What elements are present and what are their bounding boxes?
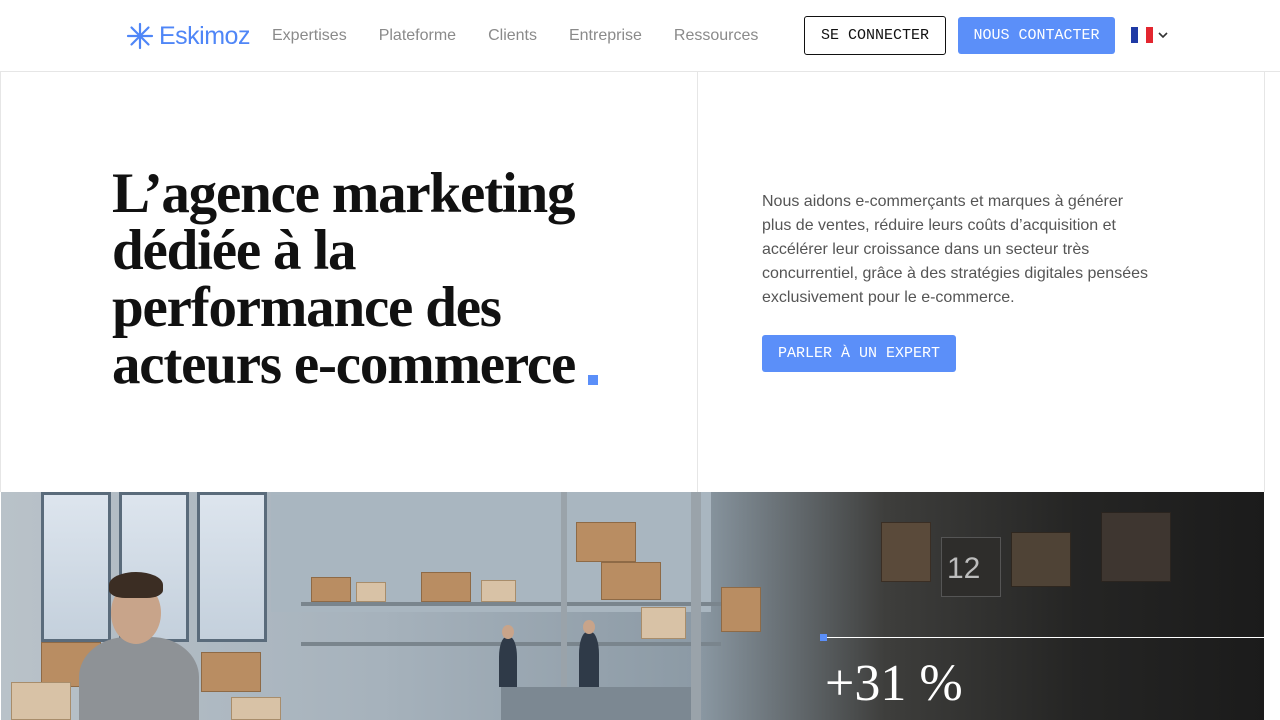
shelf-post <box>691 492 701 720</box>
box <box>481 580 516 602</box>
nav-item-plateforme[interactable]: Plateforme <box>379 24 456 48</box>
chevron-down-icon <box>1158 32 1168 39</box>
nav-item-entreprise[interactable]: Entreprise <box>569 24 642 48</box>
shelf <box>301 602 721 606</box>
window-pane <box>197 492 267 642</box>
box <box>356 582 386 602</box>
hero-title: L’agence marketing dédiée à la performan… <box>112 165 632 393</box>
hero-divider <box>697 72 698 492</box>
worker-figure <box>499 637 517 687</box>
worker-head <box>502 625 514 639</box>
window-pane <box>41 492 111 642</box>
box <box>311 577 351 602</box>
shelf-post <box>561 492 567 720</box>
contact-button[interactable]: NOUS CONTACTER <box>958 17 1115 54</box>
box <box>231 697 281 720</box>
france-flag-icon <box>1131 27 1153 43</box>
snowflake-icon <box>126 22 154 50</box>
worker-figure <box>79 637 199 720</box>
hero-title-line: dédiée à la <box>112 219 356 282</box>
language-selector[interactable] <box>1131 27 1169 43</box>
box <box>421 572 471 602</box>
hero-title-line: L’agence marketing <box>112 162 576 225</box>
main-nav: Expertises Plateforme Clients Entreprise… <box>272 24 790 48</box>
work-table <box>501 687 691 720</box>
box <box>1101 512 1171 582</box>
box <box>201 652 261 692</box>
stat-accent-dot <box>820 634 827 641</box>
worker-hair <box>109 572 163 598</box>
box <box>641 607 686 639</box>
hero-title-line: performance des <box>112 276 502 339</box>
talk-to-expert-button[interactable]: PARLER À UN EXPERT <box>762 335 956 372</box>
stat-line <box>824 637 1264 638</box>
hero-description: Nous aidons e-commerçants et marques à g… <box>762 193 1148 306</box>
site-header: Eskimoz Expertises Plateforme Clients En… <box>0 0 1280 72</box>
box <box>601 562 661 600</box>
box <box>1011 532 1071 587</box>
bin-number: 12 <box>947 552 981 585</box>
box <box>881 522 931 582</box>
box <box>576 522 636 562</box>
worker-figure <box>579 632 599 687</box>
box <box>721 587 761 632</box>
accent-square <box>588 375 598 385</box>
warehouse-photo: 12 <box>1 492 1264 720</box>
worker-head <box>583 620 595 634</box>
stat-value: +31 % <box>825 655 963 712</box>
logo-text: Eskimoz <box>159 21 250 50</box>
nav-item-expertises[interactable]: Expertises <box>272 24 347 48</box>
hero-title-line: acteurs e-commerce <box>112 333 576 396</box>
login-button[interactable]: SE CONNECTER <box>804 16 946 55</box>
nav-item-ressources[interactable]: Ressources <box>674 24 758 48</box>
nav-item-clients[interactable]: Clients <box>488 24 537 48</box>
box <box>11 682 71 720</box>
logo[interactable]: Eskimoz <box>125 20 250 52</box>
